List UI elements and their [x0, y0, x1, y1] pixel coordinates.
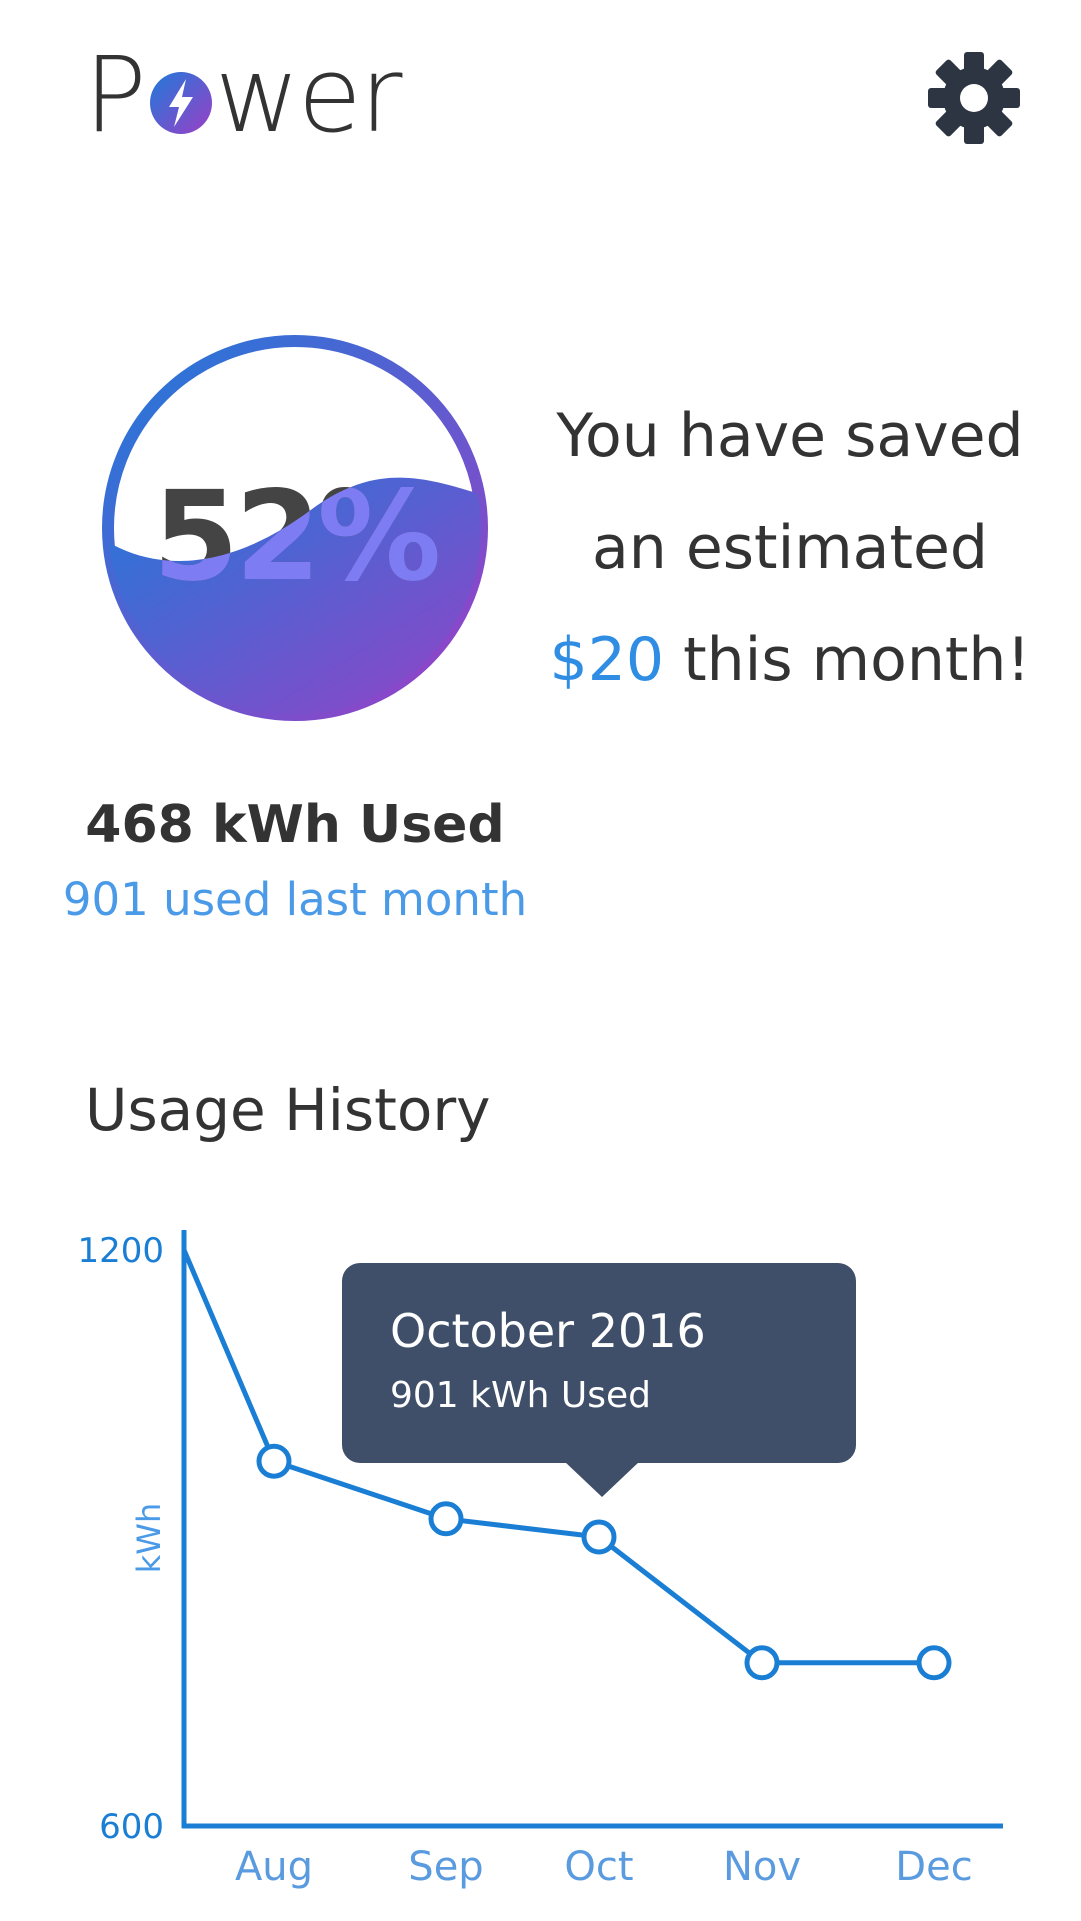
kwh-used: 468 kWh Used: [85, 795, 505, 855]
lightning-bolt-icon: [149, 72, 212, 134]
app-header: P wer: [0, 0, 1081, 200]
app-logo: P wer: [84, 34, 403, 156]
data-point[interactable]: [428, 1501, 464, 1537]
savings-line-2: an estimated: [592, 513, 988, 583]
usage-gauge: 52% 52%: [100, 333, 490, 723]
x-tick-label: Sep: [408, 1844, 483, 1890]
savings-line-1: You have saved: [556, 401, 1024, 471]
brand-prefix: P: [84, 34, 147, 156]
data-point[interactable]: [256, 1443, 292, 1479]
data-point[interactable]: [744, 1645, 780, 1681]
settings-button[interactable]: [928, 52, 1020, 144]
data-point[interactable]: [916, 1645, 952, 1681]
y-tick-label: 600: [99, 1807, 164, 1847]
tooltip-value: 901 kWh Used: [390, 1375, 651, 1416]
gear-icon: [928, 52, 1020, 144]
y-tick-label: 1200: [77, 1231, 164, 1271]
data-point[interactable]: [581, 1519, 617, 1555]
x-tick-label: Oct: [564, 1844, 633, 1890]
savings-line-3: $20 this month!: [540, 604, 1040, 716]
usage-history-title: Usage History: [85, 1076, 491, 1144]
last-month-usage: 901 used last month: [62, 873, 528, 926]
x-tick-label: Aug: [235, 1844, 313, 1890]
tooltip-title: October 2016: [390, 1304, 706, 1358]
chart-tooltip: October 2016 901 kWh Used: [342, 1263, 856, 1497]
savings-line-3-rest: this month!: [664, 625, 1031, 695]
x-tick-label: Dec: [895, 1844, 972, 1890]
y-axis-label: kWh: [130, 1503, 168, 1573]
x-tick-label: Nov: [723, 1844, 801, 1890]
savings-amount: $20: [549, 625, 665, 695]
savings-message: You have saved an estimated $20 this mon…: [540, 380, 1040, 716]
brand-suffix: wer: [214, 34, 403, 156]
